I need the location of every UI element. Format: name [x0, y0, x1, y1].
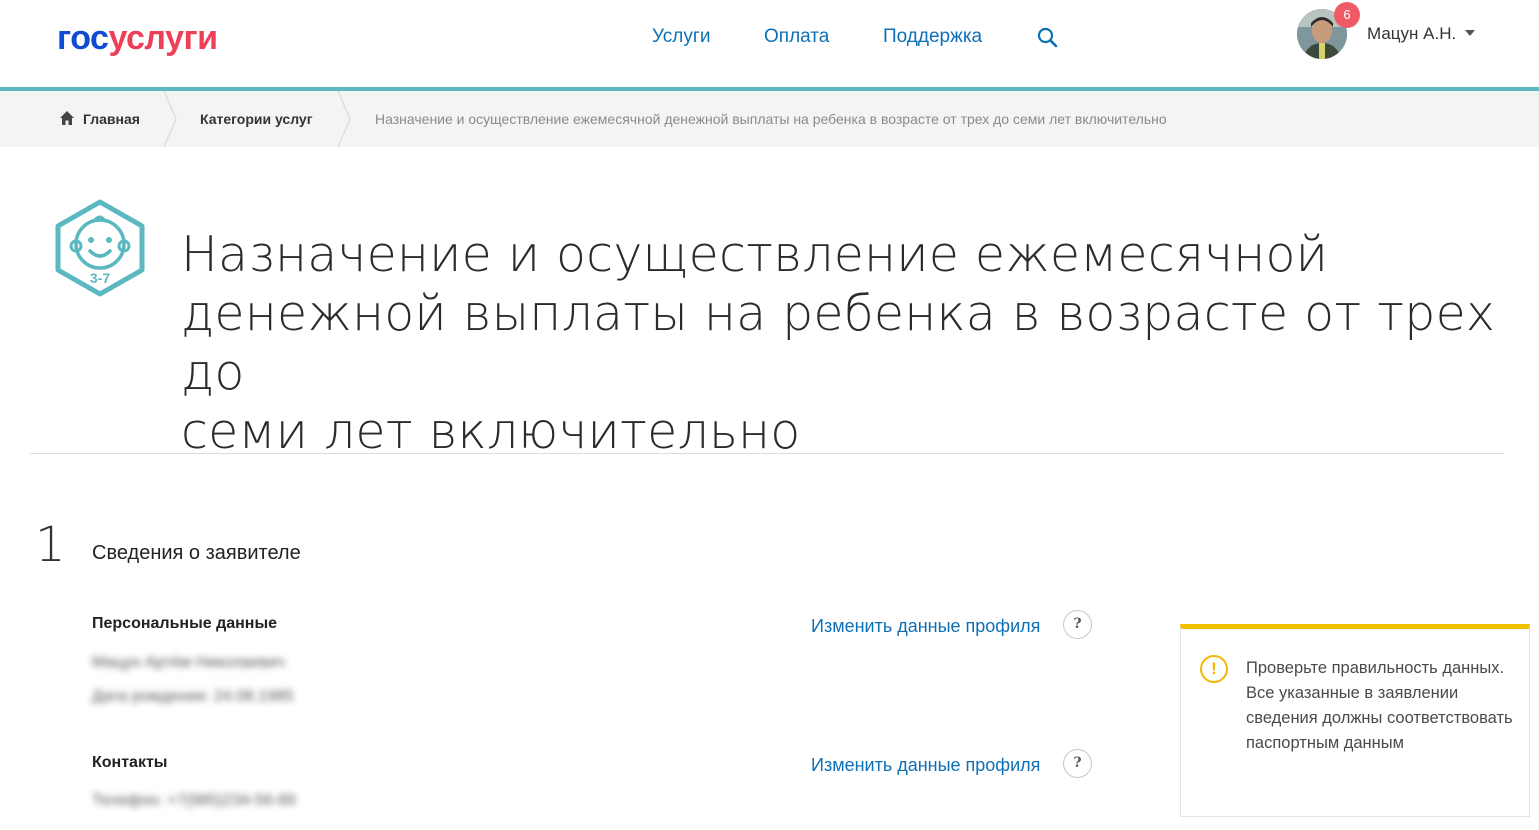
personal-data-name: Мацун Артём Николаевич — [92, 654, 285, 671]
nav-services[interactable]: Услуги — [652, 24, 710, 50]
page-title-line: Назначение и осуществление ежемесячной — [181, 226, 1329, 283]
edit-profile-link[interactable]: Изменить данные профиля — [811, 753, 1040, 777]
edit-profile-link[interactable]: Изменить данные профиля — [811, 614, 1040, 638]
nav-support[interactable]: Поддержка — [883, 24, 982, 50]
help-icon[interactable]: ? — [1063, 749, 1092, 778]
logo-part-gos: гос — [57, 19, 109, 57]
breadcrumb: Главная Категории услуг Назначение и осу… — [0, 91, 1539, 147]
exclamation-icon: ! — [1200, 655, 1228, 683]
notifications-badge[interactable]: 6 — [1334, 2, 1360, 28]
warning-notice: ! Проверьте правильность данных. Все ука… — [1180, 624, 1530, 817]
page-title: Назначение и осуществление ежемесячной д… — [181, 225, 1501, 461]
step-title: Сведения о заявителе — [92, 542, 301, 564]
personal-data-label: Персональные данные — [92, 615, 278, 632]
help-icon[interactable]: ? — [1063, 610, 1092, 639]
breadcrumb-home[interactable]: Главная — [83, 91, 140, 147]
personal-data-birthdate: Дата рождения: 24.08.1985 — [92, 688, 294, 705]
contacts-label: Контакты — [92, 754, 168, 771]
title-divider — [30, 453, 1504, 454]
breadcrumb-categories[interactable]: Категории услуг — [200, 91, 313, 147]
user-menu-name[interactable]: Мацун А.Н. — [1367, 23, 1456, 45]
header: госуслуги Услуги Оплата Поддержка 6 Мацу… — [0, 0, 1539, 87]
step-number: 1 — [35, 517, 66, 573]
child-3-7-icon: 3-7 — [53, 199, 147, 297]
gosuslugi-logo[interactable]: госуслуги — [57, 18, 218, 58]
contacts-phone: Телефон: +7(985)234-56-89 — [92, 792, 296, 809]
service-icon-label: 3-7 — [90, 270, 110, 286]
breadcrumb-current: Назначение и осуществление ежемесячной д… — [375, 111, 1167, 127]
chevron-down-icon[interactable] — [1465, 30, 1475, 36]
logo-part-uslugi: услуги — [108, 19, 218, 57]
breadcrumb-separator — [337, 91, 351, 147]
warning-text: Проверьте правильность данных. Все указа… — [1246, 659, 1513, 752]
page-title-line: денежной выплаты на ребенка в возрасте о… — [181, 285, 1496, 401]
home-icon[interactable] — [59, 110, 75, 126]
breadcrumb-separator — [163, 91, 177, 147]
nav-payment[interactable]: Оплата — [764, 24, 829, 50]
search-icon[interactable] — [1036, 26, 1060, 50]
